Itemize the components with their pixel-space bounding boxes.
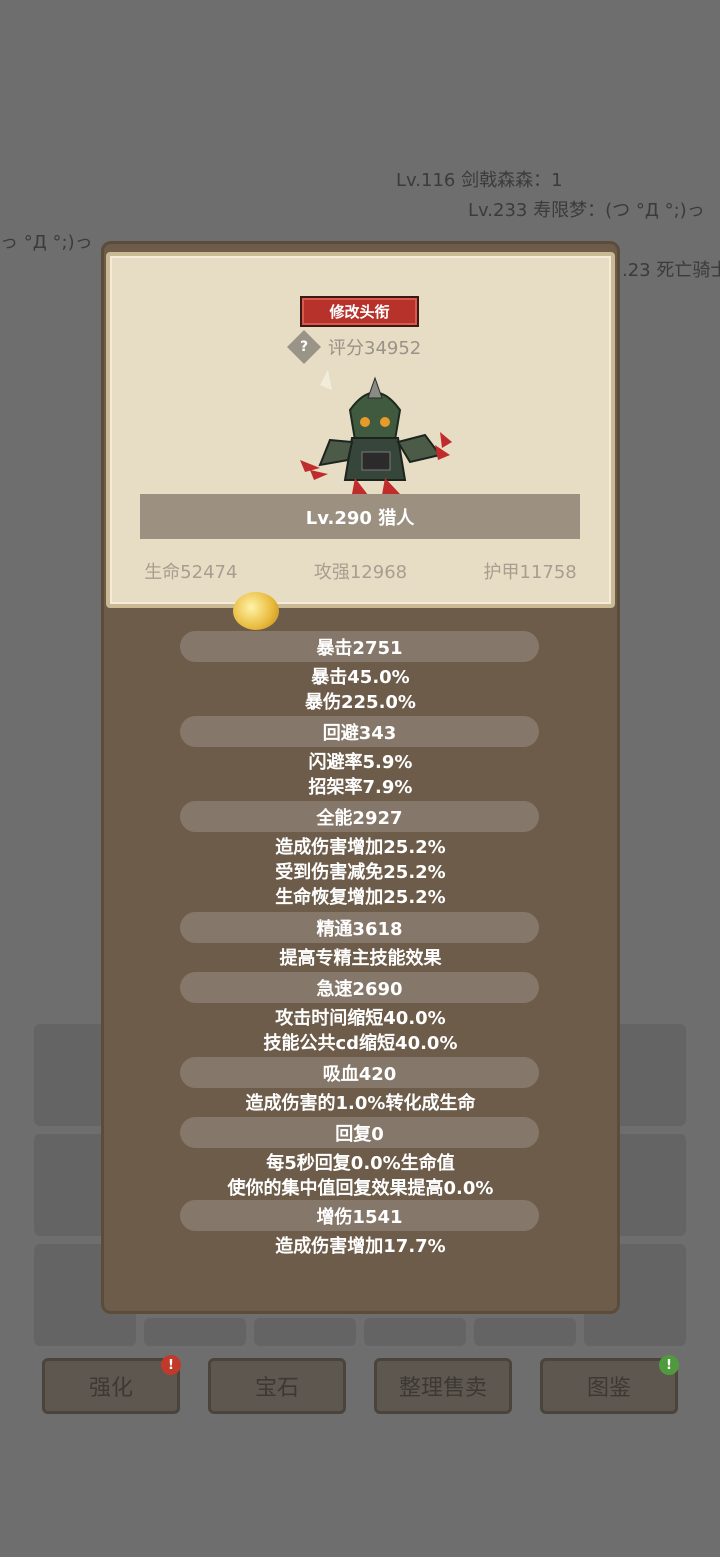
chat-message: .23 死亡骑士 bbox=[622, 260, 720, 281]
stat-line: 提高专精主技能效果 bbox=[279, 948, 442, 969]
stat-header-versatility: 全能2927 bbox=[180, 801, 539, 832]
chat-message: Lv.233 寿限梦：(つ °Д °;)っ bbox=[468, 200, 705, 221]
chat-message: Lv.116 剑戟森森：1 bbox=[396, 170, 563, 191]
inventory-slot[interactable] bbox=[474, 1318, 576, 1346]
sort-sell-button[interactable]: 整理售卖 bbox=[374, 1358, 512, 1414]
stat-header-regen: 回复0 bbox=[180, 1117, 539, 1148]
stat-line: 暴击45.0% bbox=[311, 667, 410, 688]
codex-button-label: 图鉴 bbox=[586, 1376, 631, 1401]
inventory-slot[interactable] bbox=[144, 1318, 246, 1346]
change-title-button[interactable]: 修改头衔 bbox=[300, 296, 419, 327]
stat-header-haste: 急速2690 bbox=[180, 972, 539, 1003]
score-row: ? 评分34952 bbox=[287, 330, 422, 364]
main-stats-row: 生命52474 攻强12968 护甲11758 bbox=[106, 558, 615, 584]
hunter-character-sprite bbox=[300, 370, 452, 495]
gem-button[interactable]: 宝石 bbox=[208, 1358, 346, 1414]
hp-stat: 生命52474 bbox=[144, 562, 238, 583]
stat-line: 技能公共cd缩短40.0% bbox=[263, 1033, 458, 1054]
inventory-slot[interactable] bbox=[364, 1318, 466, 1346]
help-symbol: ? bbox=[299, 339, 309, 355]
stat-line: 使你的集中值回复效果提高0.0% bbox=[227, 1178, 494, 1199]
stat-line: 闪避率5.9% bbox=[308, 752, 413, 773]
stat-line: 造成伤害的1.0%转化成生命 bbox=[245, 1093, 476, 1114]
stat-line: 暴伤225.0% bbox=[305, 692, 416, 713]
enhance-button-label: 强化 bbox=[88, 1376, 133, 1401]
help-icon[interactable]: ? bbox=[287, 330, 321, 364]
attack-stat: 攻强12968 bbox=[313, 562, 408, 583]
enhance-button[interactable]: 强化 ! bbox=[42, 1355, 181, 1414]
stat-line: 受到伤害减免25.2% bbox=[275, 862, 446, 883]
stat-header-lifesteal: 吸血420 bbox=[180, 1057, 539, 1088]
stat-line: 招架率7.9% bbox=[308, 777, 413, 798]
stat-line: 攻击时间缩短40.0% bbox=[275, 1008, 446, 1029]
alert-badge-icon: ! bbox=[161, 1355, 181, 1375]
stat-header-mastery: 精通3618 bbox=[180, 912, 539, 943]
stat-line: 每5秒回复0.0%生命值 bbox=[266, 1153, 455, 1174]
armor-stat: 护甲11758 bbox=[483, 562, 577, 583]
character-name-level: Lv.290 猎人 bbox=[140, 494, 580, 539]
gold-coin-icon bbox=[233, 592, 279, 630]
stat-line: 造成伤害增加25.2% bbox=[275, 837, 446, 858]
chat-message: っ °Д °;)っ bbox=[0, 232, 93, 253]
stat-header-avoidance: 回避343 bbox=[180, 716, 539, 747]
stat-header-damage-increase: 增伤1541 bbox=[180, 1200, 539, 1231]
stat-line: 造成伤害增加17.7% bbox=[275, 1236, 446, 1257]
inventory-slot[interactable] bbox=[254, 1318, 356, 1346]
sort-sell-button-label: 整理售卖 bbox=[398, 1376, 487, 1401]
alert-badge-icon: ! bbox=[659, 1355, 679, 1375]
stat-header-crit: 暴击2751 bbox=[180, 631, 539, 662]
codex-button[interactable]: 图鉴 ! bbox=[540, 1355, 679, 1414]
stat-line: 生命恢复增加25.2% bbox=[275, 887, 446, 908]
score-value: 评分34952 bbox=[328, 338, 422, 359]
gem-button-label: 宝石 bbox=[254, 1376, 299, 1401]
